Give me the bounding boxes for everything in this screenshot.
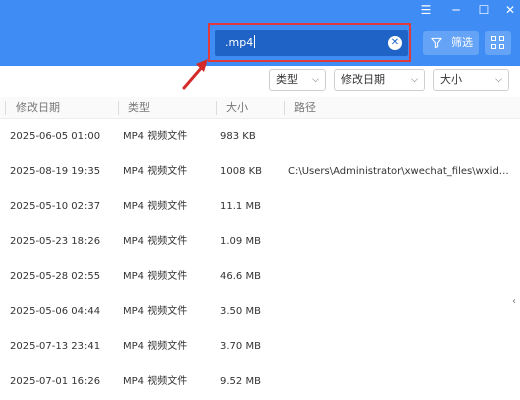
maximize-icon[interactable]: ☐ — [474, 2, 494, 18]
minimize-icon[interactable]: ─ — [446, 2, 466, 18]
row-size: 3.50 MB — [220, 306, 261, 317]
chevron-down-icon: ⌵ — [411, 75, 418, 85]
row-date: 2025-07-01 16:26 — [10, 376, 101, 387]
row-type: MP4 视频文件 — [123, 201, 188, 212]
table-row[interactable]: 2025-05-28 02:55 MP4 视频文件 46.6 MB — [0, 259, 520, 294]
row-path — [288, 294, 512, 329]
row-date: 2025-05-10 02:37 — [10, 201, 101, 212]
row-date: 2025-07-13 23:41 — [10, 341, 101, 352]
row-path — [288, 259, 512, 294]
row-size: 983 KB — [220, 131, 256, 142]
table-row[interactable]: 2025-07-01 16:26 MP4 视频文件 9.52 MB — [0, 364, 520, 399]
row-path — [288, 329, 512, 364]
panel-collapse-icon[interactable]: ‹ — [512, 296, 516, 307]
row-path — [288, 224, 512, 259]
column-header-path[interactable]: 路径 — [294, 97, 316, 119]
grid-view-icon[interactable] — [485, 31, 511, 55]
table-header: 修改日期 类型 大小 路径 — [0, 97, 520, 119]
column-header-size[interactable]: 大小 — [226, 97, 248, 119]
row-date: 2025-08-19 19:35 — [10, 166, 101, 177]
row-type: MP4 视频文件 — [123, 166, 188, 177]
row-type: MP4 视频文件 — [123, 131, 188, 142]
type-dropdown[interactable]: 类型 ⌵ — [269, 69, 326, 91]
row-type: MP4 视频文件 — [123, 306, 188, 317]
table-row[interactable]: 2025-06-05 01:00 MP4 视频文件 983 KB — [0, 119, 520, 154]
row-path — [288, 364, 512, 399]
chevron-down-icon: ⌵ — [495, 75, 502, 85]
row-type: MP4 视频文件 — [123, 341, 188, 352]
table-row[interactable]: 2025-07-13 23:41 MP4 视频文件 3.70 MB — [0, 329, 520, 364]
row-path — [288, 189, 512, 224]
row-size: 11.1 MB — [220, 201, 261, 212]
table-row[interactable]: 2025-05-10 02:37 MP4 视频文件 11.1 MB — [0, 189, 520, 224]
table-row[interactable]: 2025-08-19 19:35 MP4 视频文件 1008 KB C:\Use… — [0, 154, 520, 189]
row-type: MP4 视频文件 — [123, 376, 188, 387]
table-row[interactable]: 2025-05-23 18:26 MP4 视频文件 1.09 MB — [0, 224, 520, 259]
close-icon[interactable]: ✕ — [500, 2, 520, 18]
row-path: C:\Users\Administrator\xwechat_files\wxi… — [288, 166, 512, 177]
column-header-type[interactable]: 类型 — [128, 97, 150, 119]
row-size: 3.70 MB — [220, 341, 261, 352]
row-size: 1008 KB — [220, 166, 263, 177]
row-date: 2025-05-23 18:26 — [10, 236, 101, 247]
chevron-down-icon: ⌵ — [312, 75, 319, 85]
row-type: MP4 视频文件 — [123, 236, 188, 247]
annotation-arrow-icon — [182, 59, 208, 90]
row-size: 9.52 MB — [220, 376, 261, 387]
row-date: 2025-05-28 02:55 — [10, 271, 101, 282]
row-size: 1.09 MB — [220, 236, 261, 247]
menu-icon[interactable]: ☰ — [416, 2, 436, 18]
row-size: 46.6 MB — [220, 271, 261, 282]
column-header-date[interactable]: 修改日期 — [16, 97, 60, 119]
row-type: MP4 视频文件 — [123, 271, 188, 282]
row-date: 2025-06-05 01:00 — [10, 131, 101, 142]
filter-button[interactable]: 筛选 — [423, 31, 479, 55]
filter-label: 筛选 — [451, 36, 473, 49]
row-path — [288, 119, 512, 154]
annotation-highlight-box — [208, 23, 411, 62]
funnel-icon — [431, 31, 442, 55]
row-date: 2025-05-06 04:44 — [10, 306, 101, 317]
size-dropdown[interactable]: 大小 ⌵ — [433, 69, 509, 91]
date-dropdown[interactable]: 修改日期 ⌵ — [334, 69, 425, 91]
table-row[interactable]: 2025-05-06 04:44 MP4 视频文件 3.50 MB — [0, 294, 520, 329]
